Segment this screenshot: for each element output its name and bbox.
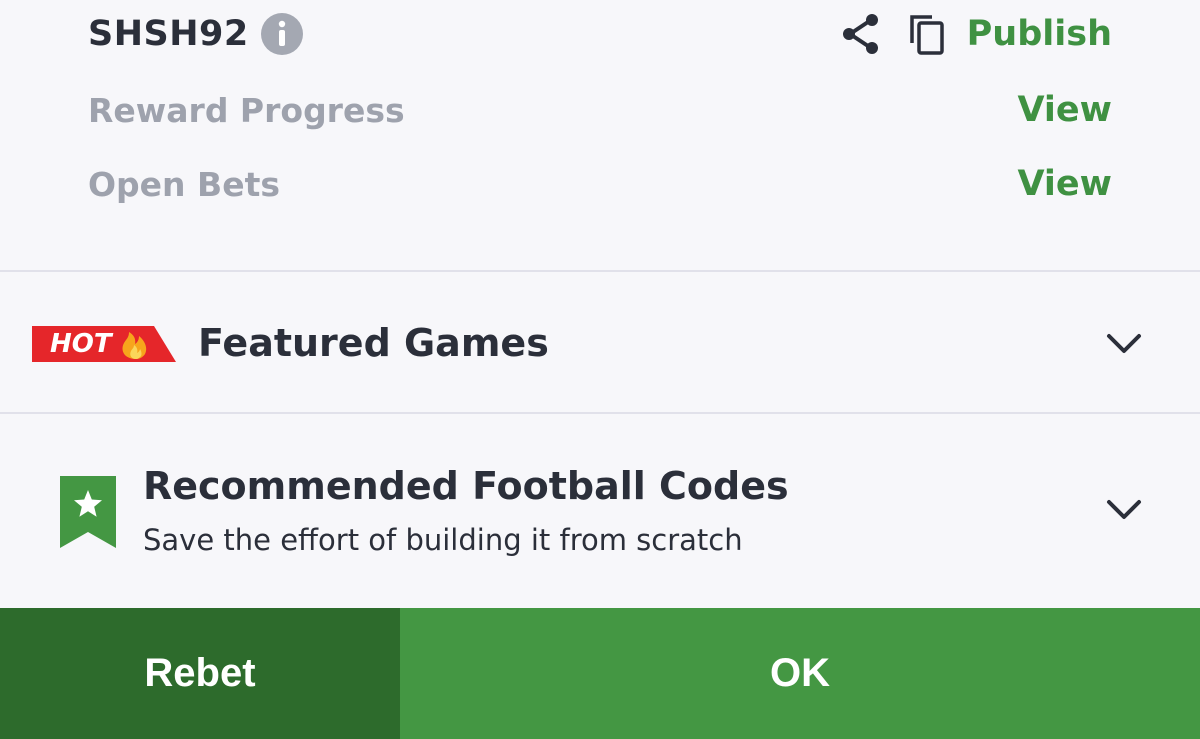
betslip-panel: SHSH92 Publish Reward Progress View Open… — [0, 0, 1200, 739]
publish-link[interactable]: Publish — [967, 14, 1112, 54]
recommended-codes-subtitle: Save the effort of building it from scra… — [143, 523, 743, 557]
booking-summary: SHSH92 Publish Reward Progress View Open… — [0, 0, 1200, 270]
featured-games-section[interactable]: HOT Featured Games — [0, 272, 1200, 412]
star-bookmark-icon — [60, 476, 116, 548]
open-bets-view-link[interactable]: View — [1017, 164, 1112, 204]
ok-button[interactable]: OK — [400, 608, 1200, 739]
hot-badge-text: HOT — [50, 329, 112, 359]
recommended-codes-title: Recommended Football Codes — [143, 464, 789, 508]
share-icon[interactable] — [839, 12, 883, 56]
chevron-down-icon[interactable] — [1104, 324, 1144, 364]
copy-icon[interactable] — [905, 12, 949, 56]
recommended-codes-section[interactable]: Recommended Football Codes Save the effo… — [0, 414, 1200, 608]
booking-code: SHSH92 — [88, 14, 249, 54]
reward-progress-row: Reward Progress View — [88, 86, 1112, 134]
booking-code-row: SHSH92 Publish — [88, 10, 1112, 58]
open-bets-label: Open Bets — [88, 164, 280, 204]
open-bets-row: Open Bets View — [88, 160, 1112, 208]
rebet-button[interactable]: Rebet — [0, 608, 400, 739]
booking-actions: Publish — [839, 12, 1112, 56]
chevron-down-icon[interactable] — [1104, 490, 1144, 530]
featured-games-title: Featured Games — [198, 321, 549, 365]
info-icon[interactable] — [260, 13, 303, 55]
reward-progress-label: Reward Progress — [88, 90, 405, 130]
reward-progress-view-link[interactable]: View — [1017, 90, 1112, 130]
action-bar: Rebet OK — [0, 608, 1200, 739]
